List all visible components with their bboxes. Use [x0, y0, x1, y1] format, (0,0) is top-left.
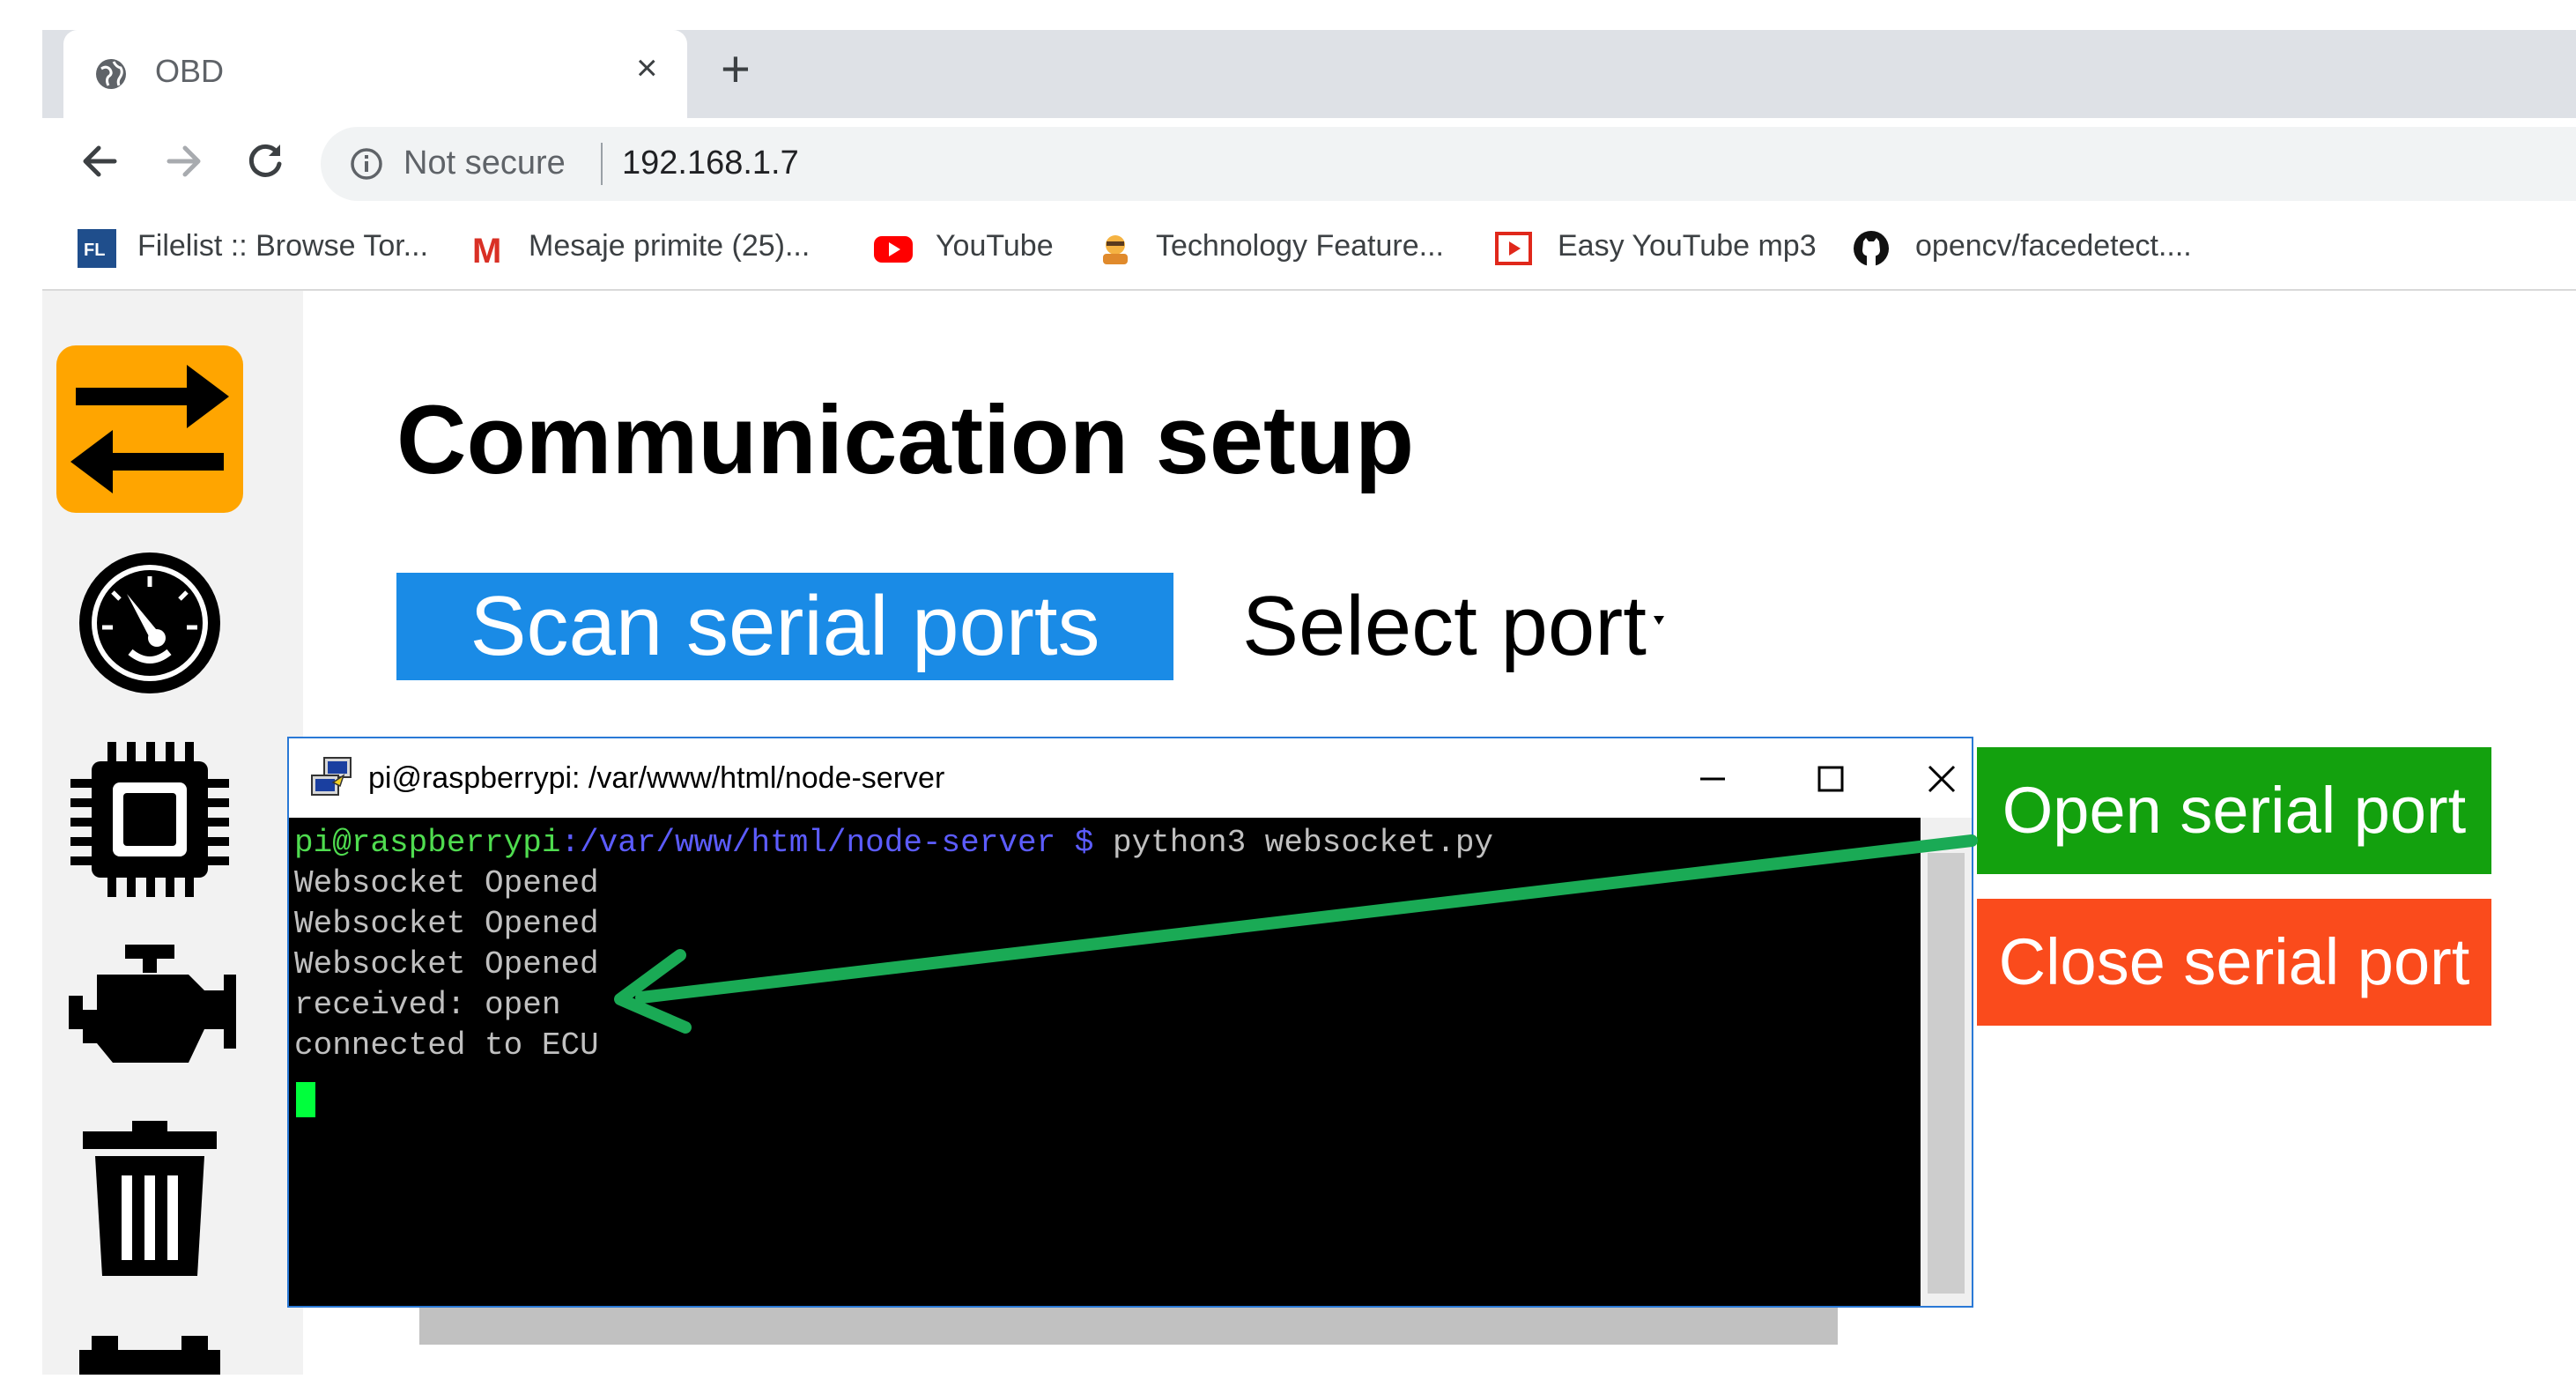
minimize-icon[interactable] — [1686, 753, 1739, 805]
bookmark-label: Mesaje primite (25)... — [529, 229, 811, 263]
prompt-user: pi@raspberrypi — [294, 825, 561, 861]
prompt-path: :/var/www/html/node-server $ — [560, 825, 1094, 861]
close-serial-port-button[interactable]: Close serial port — [1977, 899, 2491, 1026]
bookmark-label: opencv/facedetect.... — [1915, 229, 2192, 263]
sidebar-item-ecu[interactable] — [56, 735, 243, 902]
terminal-scrollbar[interactable] — [1921, 818, 1972, 1306]
sidebar-item-gauges[interactable] — [56, 548, 243, 698]
tab-close-icon[interactable]: × — [636, 49, 658, 86]
new-tab-button[interactable]: + — [721, 44, 751, 95]
terminal-titlebar[interactable]: pi@raspberrypi: /var/www/html/node-serve… — [289, 738, 1972, 818]
battery-icon — [79, 1336, 220, 1375]
not-secure-label: Not secure — [403, 145, 566, 182]
youtube-icon — [874, 236, 913, 263]
open-serial-port-button[interactable]: Open serial port — [1977, 747, 2491, 874]
terminal-line: received: open — [294, 987, 561, 1023]
terminal-window[interactable]: pi@raspberrypi: /var/www/html/node-serve… — [287, 737, 1973, 1308]
github-icon — [1854, 231, 1889, 266]
back-arrow-icon[interactable] — [76, 137, 123, 185]
terminal-line: Websocket Opened — [294, 946, 599, 982]
terminal-line: connected to ECU — [294, 1027, 599, 1064]
terminal-prompt-line: pi@raspberrypi:/var/www/html/node-server… — [294, 823, 1493, 864]
terminal-line: Websocket Opened — [294, 906, 599, 942]
bookmark-label: Technology Feature... — [1156, 229, 1444, 263]
putty-icon — [311, 757, 352, 796]
engine-icon — [69, 945, 236, 1063]
filelist-icon-text: FL — [84, 241, 105, 260]
browser-toolbar: Not secure 192.168.1.7 — [42, 118, 2576, 210]
info-icon[interactable] — [349, 146, 384, 182]
swap-arrows-icon — [70, 365, 229, 493]
trash-icon — [83, 1121, 217, 1276]
forward-arrow-icon[interactable] — [160, 137, 208, 185]
address-bar[interactable]: Not secure 192.168.1.7 — [321, 127, 2576, 201]
sidebar-item-clear[interactable] — [56, 1114, 243, 1281]
page-horizontal-scrollbar[interactable] — [419, 1306, 1838, 1345]
bookmark-label: Filelist :: Browse Tor... — [137, 229, 429, 263]
maximize-icon[interactable] — [1804, 753, 1857, 805]
select-port-label: Select port — [1242, 579, 1647, 673]
terminal-output[interactable]: pi@raspberrypi:/var/www/html/node-server… — [289, 818, 1921, 1306]
sidebar — [42, 291, 303, 1375]
easy-youtube-icon — [1495, 232, 1532, 265]
dropdown-arrow-icon — [1653, 615, 1664, 625]
terminal-title: pi@raspberrypi: /var/www/html/node-serve… — [368, 761, 945, 795]
globe-icon — [96, 59, 126, 89]
filelist-icon: FL — [78, 229, 116, 268]
gauge-icon — [79, 552, 220, 693]
page-title: Communication setup — [396, 386, 1415, 494]
browser-tab[interactable]: OBD × — [63, 30, 687, 118]
gmail-icon-text: M — [472, 232, 501, 268]
bookmark-label: YouTube — [936, 229, 1054, 263]
sidebar-item-more[interactable] — [56, 1323, 243, 1375]
bookmark-label: Easy YouTube mp3 — [1558, 229, 1817, 263]
select-port-dropdown[interactable]: Select port — [1242, 573, 1664, 680]
browser-tab-strip: OBD × + — [42, 30, 2576, 118]
tab-title: OBD — [155, 53, 225, 89]
bookmarks-bar: FL Filelist :: Browse Tor... M Mesaje pr… — [42, 210, 2576, 291]
scan-serial-ports-button[interactable]: Scan serial ports — [396, 573, 1173, 680]
close-window-icon[interactable] — [1915, 753, 1968, 805]
chip-icon — [70, 742, 229, 897]
terminal-line: Websocket Opened — [294, 865, 599, 901]
gmail-icon: M — [472, 232, 501, 268]
sidebar-item-communication[interactable] — [56, 345, 243, 513]
terminal-cursor — [296, 1082, 315, 1117]
reload-icon[interactable] — [241, 137, 289, 185]
technology-icon — [1103, 235, 1128, 264]
prompt-command: python3 websocket.py — [1093, 825, 1494, 861]
address-separator — [601, 143, 603, 185]
url-text[interactable]: 192.168.1.7 — [622, 145, 799, 182]
sidebar-item-engine[interactable] — [56, 939, 243, 1071]
terminal-scrollbar-thumb[interactable] — [1928, 853, 1965, 1294]
